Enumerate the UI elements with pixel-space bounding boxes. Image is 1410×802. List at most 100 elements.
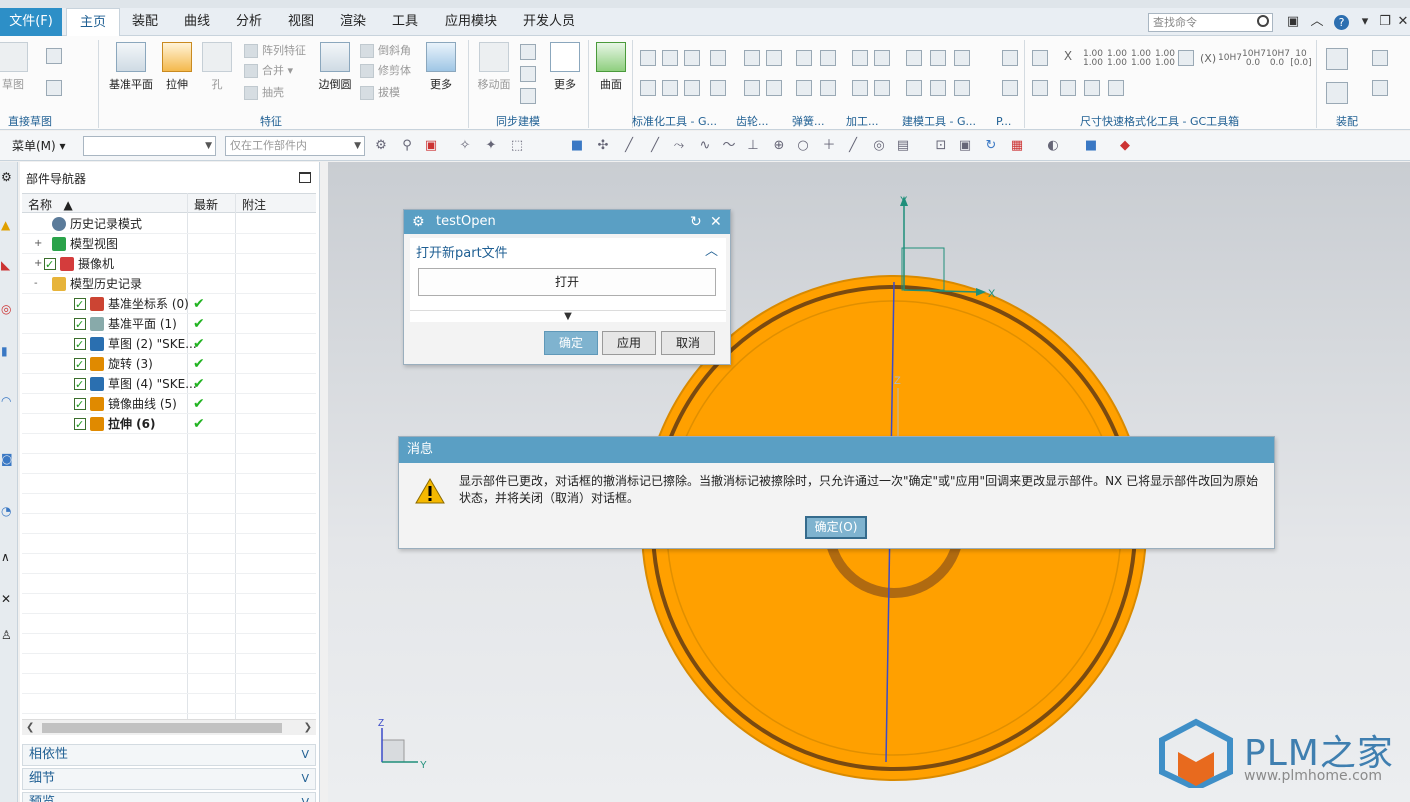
menu-button[interactable]: 菜单(M) ▾ (12, 137, 66, 154)
cube-icon[interactable]: ■ (570, 139, 584, 153)
point-icon[interactable]: ◎ (872, 139, 886, 153)
navigator-row[interactable]: - 模型历史记录 (22, 274, 316, 294)
move-face-button[interactable]: 移动面 (472, 42, 516, 92)
reset-icon[interactable]: ↻ (690, 210, 702, 234)
cancel-button[interactable]: 取消 (661, 331, 715, 355)
expand-icon[interactable]: + (34, 254, 42, 274)
visibility-checkbox[interactable] (74, 355, 86, 375)
assembly-tool-icon[interactable] (1372, 80, 1388, 96)
gc-tool-icon[interactable] (684, 50, 700, 66)
dim-format-5[interactable]: 10H7 (1218, 54, 1242, 63)
roles-icon[interactable]: ♙ (1, 628, 17, 644)
gear-tool-icon[interactable] (744, 50, 760, 66)
line-snap-icon[interactable]: ╱ (622, 139, 636, 153)
tab-tools[interactable]: 工具 (382, 8, 428, 36)
scroll-left-icon[interactable]: ❮ (26, 720, 34, 736)
circle-center-icon[interactable]: ⊕ (772, 139, 786, 153)
dimension-tool-icon[interactable] (1032, 80, 1048, 96)
gear-tool-icon[interactable] (744, 80, 760, 96)
circle-icon[interactable]: ○ (796, 139, 810, 153)
tab-assembly[interactable]: 装配 (122, 8, 168, 36)
spring-tool-icon[interactable] (820, 80, 836, 96)
sync-tool-icon[interactable] (520, 66, 536, 82)
expand-more-icon[interactable]: ▼ (410, 310, 726, 322)
edge-blend-button[interactable]: 边倒圆 (310, 42, 360, 92)
dimension-x-icon[interactable]: X (1058, 50, 1078, 62)
search-icon[interactable] (1257, 15, 1269, 27)
collapse-icon[interactable]: - (34, 274, 38, 294)
filter-icon[interactable]: ⚲ (400, 139, 414, 153)
sync-tool-icon[interactable] (520, 88, 536, 104)
assembly-tool-icon[interactable] (1326, 48, 1348, 70)
machining-tool-icon[interactable] (852, 80, 868, 96)
hd3d-icon[interactable]: ◠ (1, 394, 17, 410)
spring-tool-icon[interactable] (820, 50, 836, 66)
more-features-button[interactable]: 更多 (418, 42, 464, 92)
dim-format-3[interactable]: 1.00 1.00 (1130, 50, 1152, 68)
navigator-row[interactable]: + 摄像机 (22, 254, 316, 275)
navigator-row[interactable]: 草图 (2) "SKE...✔ (22, 334, 316, 355)
apply-button[interactable]: 应用 (602, 331, 656, 355)
horizontal-scrollbar[interactable]: ❮ ❯ (22, 719, 316, 735)
column-latest-header[interactable]: 最新 (194, 196, 218, 213)
history-icon[interactable]: ◔ (1, 504, 17, 520)
dimension-tool-icon[interactable] (1032, 50, 1048, 66)
dimension-tool-icon[interactable] (1108, 80, 1124, 96)
perpendicular-icon[interactable]: ⊥ (746, 139, 760, 153)
dim-format-1[interactable]: 1.00 1.00 (1082, 50, 1104, 68)
message-ok-button[interactable]: 确定(O) (805, 516, 867, 539)
dim-format-8[interactable]: 10 [0.0] (1290, 50, 1312, 68)
paren-x-icon[interactable]: (X) (1200, 53, 1216, 64)
navigator-row[interactable]: 历史记录模式 (22, 214, 316, 234)
sketch-button[interactable]: 草图 (0, 42, 36, 92)
machining-tool-icon[interactable] (852, 50, 868, 66)
navigator-row[interactable]: 草图 (4) "SKE...✔ (22, 374, 316, 395)
file-menu-tab[interactable]: 文件(F) (0, 8, 62, 36)
shaded-cube-icon[interactable]: ■ (1084, 139, 1098, 153)
tab-render[interactable]: 渲染 (330, 8, 376, 36)
tab-application[interactable]: 应用模块 (436, 8, 506, 36)
unite-button[interactable]: 合并 ▾ (244, 62, 293, 80)
collapse-ribbon-icon[interactable]: ︿ (1308, 13, 1326, 31)
trim-body-button[interactable]: 修剪体 (360, 62, 411, 80)
machining-tool-icon[interactable] (874, 80, 890, 96)
spring-tool-icon[interactable] (796, 50, 812, 66)
dependencies-panel[interactable]: 相依性 V (22, 744, 316, 766)
visibility-checkbox[interactable] (74, 315, 86, 335)
modeling-tool-icon[interactable] (930, 80, 946, 96)
tab-developer[interactable]: 开发人员 (514, 8, 584, 36)
tab-curve[interactable]: 曲线 (174, 8, 220, 36)
gc-tool-icon[interactable] (640, 80, 656, 96)
cross-icon[interactable]: ＋ (822, 139, 836, 153)
tab-analysis[interactable]: 分析 (226, 8, 272, 36)
gear-tool-icon[interactable] (766, 50, 782, 66)
gc-tool-icon[interactable] (662, 80, 678, 96)
gc-tool-icon[interactable] (710, 80, 726, 96)
curve-snap-icon[interactable]: ⤳ (672, 139, 686, 153)
visibility-checkbox[interactable] (44, 255, 56, 275)
dim-format-6[interactable]: 10H7 0.0 (1242, 50, 1266, 68)
chevron-down-icon[interactable]: ▾ (1356, 13, 1374, 31)
shell-button[interactable]: 抽壳 (244, 84, 284, 102)
gc-tool-icon[interactable] (684, 80, 700, 96)
settings-icon[interactable]: ⚙ (1, 170, 17, 186)
hole-button[interactable]: 孔 (194, 42, 240, 92)
message-title[interactable]: 消息 (399, 437, 1274, 463)
machining-tool-icon[interactable] (874, 50, 890, 66)
gc-tool-icon[interactable] (640, 50, 656, 66)
assembly-tool-icon[interactable] (1372, 50, 1388, 66)
zoom-icon[interactable]: ▣ (958, 139, 972, 153)
navigator-row[interactable]: 基准平面 (1) ✔ (22, 314, 316, 335)
close-icon[interactable]: ✕ (710, 210, 722, 234)
rotate-icon[interactable]: ↻ (984, 139, 998, 153)
orient-view-icon[interactable]: ▦ (1010, 139, 1024, 153)
visibility-checkbox[interactable] (74, 415, 86, 435)
navigator-row[interactable]: 镜像曲线 (5) ✔ (22, 394, 316, 415)
snap-icon[interactable]: ✦ (484, 139, 498, 153)
line-snap-icon[interactable]: ╱ (648, 139, 662, 153)
select-rect-icon[interactable]: ⬚ (510, 139, 524, 153)
open-button[interactable]: 打开 (418, 268, 716, 296)
render-style-icon[interactable]: ◐ (1046, 139, 1060, 153)
details-panel[interactable]: 细节 V (22, 768, 316, 790)
part-navigator-icon[interactable]: ◎ (1, 302, 17, 318)
